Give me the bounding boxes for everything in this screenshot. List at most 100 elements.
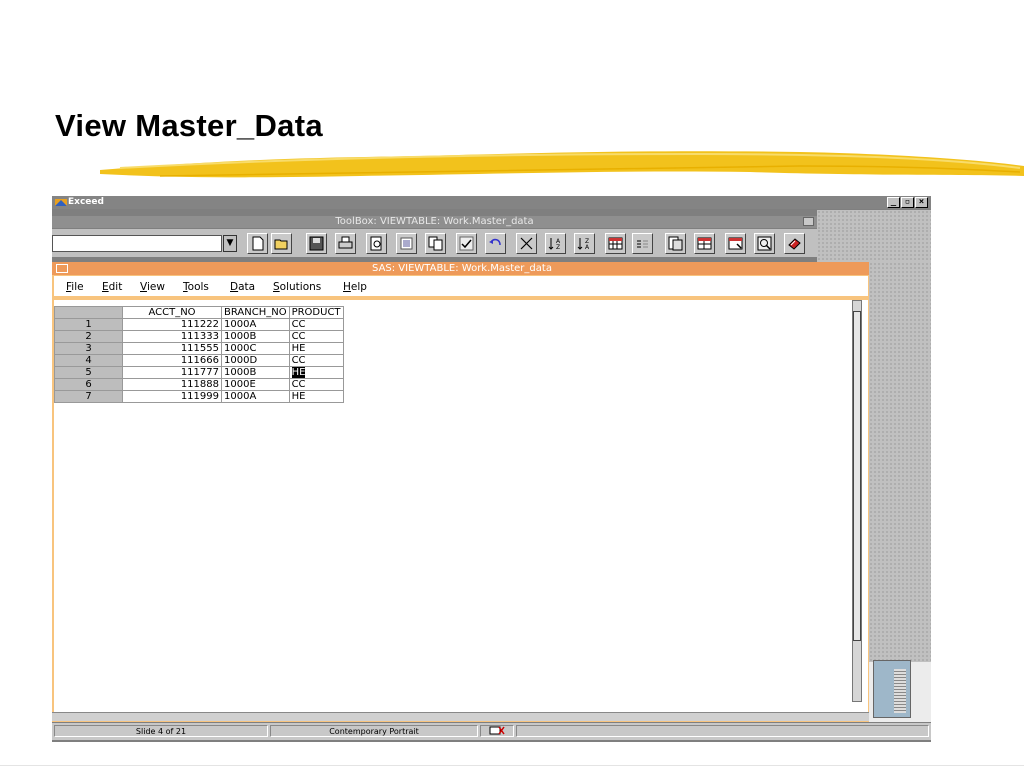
row-number[interactable]: 2 bbox=[54, 330, 123, 343]
save-icon[interactable] bbox=[306, 233, 327, 254]
table-row: 7 111999 1000A HE bbox=[54, 390, 344, 403]
preview-scroll-widget[interactable] bbox=[873, 660, 911, 718]
widget-grip-icon bbox=[894, 669, 906, 713]
corner-header bbox=[54, 306, 123, 319]
data-table: ACCT_NO BRANCH_NO PRODUCT 1 111222 1000A… bbox=[54, 306, 344, 403]
restore-button[interactable]: ▫ bbox=[901, 197, 914, 208]
column-header-branch-no[interactable]: BRANCH_NO bbox=[221, 306, 290, 319]
data-sheet: ACCT_NO BRANCH_NO PRODUCT 1 111222 1000A… bbox=[54, 300, 868, 712]
cell-branch-no[interactable]: 1000B bbox=[221, 330, 290, 343]
cell-acct-no[interactable]: 111777 bbox=[122, 366, 222, 379]
close-button[interactable]: × bbox=[915, 197, 928, 208]
status-empty bbox=[516, 725, 929, 737]
command-dropdown-button[interactable]: ▼ bbox=[223, 235, 237, 252]
cell-acct-no[interactable]: 111555 bbox=[122, 342, 222, 355]
table-row: 4 111666 1000D CC bbox=[54, 354, 344, 367]
row-number[interactable]: 1 bbox=[54, 318, 123, 331]
command-input[interactable] bbox=[52, 235, 222, 252]
exceed-desktop: Exceed _ ▫ × ToolBox: VIEWTABLE: Work.Ma… bbox=[52, 196, 931, 742]
print-preview-icon[interactable] bbox=[366, 233, 387, 254]
desktop-pattern bbox=[869, 262, 931, 662]
cell-branch-no[interactable]: 1000E bbox=[221, 378, 290, 391]
columns-icon[interactable] bbox=[694, 233, 715, 254]
view-icon[interactable] bbox=[725, 233, 746, 254]
status-bar: Slide 4 of 21 Contemporary Portrait bbox=[52, 723, 931, 740]
table-row: 3 111555 1000C HE bbox=[54, 342, 344, 355]
yellow-brush-stroke bbox=[100, 151, 1024, 178]
help-book-icon[interactable] bbox=[784, 233, 805, 254]
column-header-acct-no[interactable]: ACCT_NO bbox=[122, 306, 222, 319]
cell-product[interactable]: HE bbox=[288, 390, 344, 403]
cell-product[interactable]: CC bbox=[288, 354, 344, 367]
row-number[interactable]: 6 bbox=[54, 378, 123, 391]
undo-icon[interactable] bbox=[485, 233, 506, 254]
scrollbar-thumb[interactable] bbox=[853, 311, 861, 641]
toolbox-title: ToolBox: VIEWTABLE: Work.Master_data bbox=[335, 216, 534, 227]
row-number[interactable]: 4 bbox=[54, 354, 123, 367]
cell-product[interactable]: CC bbox=[288, 318, 344, 331]
row-number[interactable]: 5 bbox=[54, 366, 123, 379]
menu-view[interactable]: View bbox=[140, 281, 165, 293]
system-menu-icon[interactable] bbox=[56, 264, 68, 273]
horizontal-scrollbar[interactable] bbox=[52, 712, 872, 721]
delete-icon[interactable] bbox=[516, 233, 537, 254]
check-icon[interactable] bbox=[456, 233, 477, 254]
vertical-scrollbar[interactable] bbox=[852, 300, 862, 702]
zoom-icon[interactable] bbox=[754, 233, 775, 254]
cell-acct-no[interactable]: 111888 bbox=[122, 378, 222, 391]
cell-branch-no[interactable]: 1000C bbox=[221, 342, 290, 355]
exceed-logo-icon bbox=[55, 199, 67, 206]
svg-text:A: A bbox=[585, 244, 590, 251]
slide-title: View Master_Data bbox=[55, 108, 323, 143]
svg-text:Z: Z bbox=[556, 244, 560, 251]
cell-acct-no[interactable]: 111333 bbox=[122, 330, 222, 343]
exceed-title-bar: Exceed _ ▫ × bbox=[52, 196, 931, 209]
print-icon[interactable] bbox=[335, 233, 356, 254]
row-number[interactable]: 7 bbox=[54, 390, 123, 403]
exceed-title: Exceed bbox=[68, 197, 104, 207]
row-number[interactable]: 3 bbox=[54, 342, 123, 355]
new-icon[interactable] bbox=[247, 233, 268, 254]
table-row: 2 111333 1000B CC bbox=[54, 330, 344, 343]
desktop-side-panel bbox=[869, 262, 931, 722]
minimize-button[interactable]: _ bbox=[887, 197, 900, 208]
status-slide-info: Slide 4 of 21 bbox=[54, 725, 268, 737]
table-row: 6 111888 1000E CC bbox=[54, 378, 344, 391]
cell-branch-no[interactable]: 1000A bbox=[221, 390, 290, 403]
copy-icon[interactable] bbox=[425, 233, 446, 254]
desktop-pattern bbox=[817, 229, 931, 262]
status-design: Contemporary Portrait bbox=[270, 725, 478, 737]
sort-ascending-icon[interactable]: AZ bbox=[545, 233, 566, 254]
menu-data[interactable]: Data bbox=[230, 281, 255, 293]
menu-help[interactable]: Help bbox=[343, 281, 367, 293]
viewtable-title: SAS: VIEWTABLE: Work.Master_data bbox=[372, 263, 552, 274]
selected-cell-value: HE bbox=[291, 367, 306, 378]
table-icon[interactable] bbox=[605, 233, 626, 254]
menu-edit[interactable]: Edit bbox=[102, 281, 122, 293]
cell-acct-no[interactable]: 111666 bbox=[122, 354, 222, 367]
cell-branch-no[interactable]: 1000A bbox=[221, 318, 290, 331]
toolbox-menu-button[interactable] bbox=[803, 217, 814, 226]
form-icon[interactable] bbox=[665, 233, 686, 254]
cell-product[interactable]: CC bbox=[288, 378, 344, 391]
table-row: 5 111777 1000B HE bbox=[54, 366, 344, 379]
toolbox-title-bar: ToolBox: VIEWTABLE: Work.Master_data bbox=[52, 216, 817, 228]
list-icon[interactable] bbox=[632, 233, 653, 254]
cell-product[interactable]: CC bbox=[288, 330, 344, 343]
cell-branch-no[interactable]: 1000B bbox=[221, 366, 290, 379]
slide-footer-line bbox=[0, 765, 1024, 766]
open-folder-icon[interactable] bbox=[271, 233, 292, 254]
cell-product-selected[interactable]: HE bbox=[288, 366, 344, 379]
sort-descending-icon[interactable]: ZA bbox=[574, 233, 595, 254]
spellcheck-icon[interactable] bbox=[480, 725, 514, 737]
menu-tools[interactable]: Tools bbox=[183, 281, 209, 293]
viewtable-title-bar: SAS: VIEWTABLE: Work.Master_data bbox=[52, 262, 872, 275]
cell-branch-no[interactable]: 1000D bbox=[221, 354, 290, 367]
menu-solutions[interactable]: Solutions bbox=[273, 281, 321, 293]
cell-acct-no[interactable]: 111999 bbox=[122, 390, 222, 403]
column-header-product[interactable]: PRODUCT bbox=[288, 306, 344, 319]
menu-file[interactable]: File bbox=[66, 281, 84, 293]
cell-acct-no[interactable]: 111222 bbox=[122, 318, 222, 331]
cell-product[interactable]: HE bbox=[288, 342, 344, 355]
cut-icon[interactable] bbox=[396, 233, 417, 254]
